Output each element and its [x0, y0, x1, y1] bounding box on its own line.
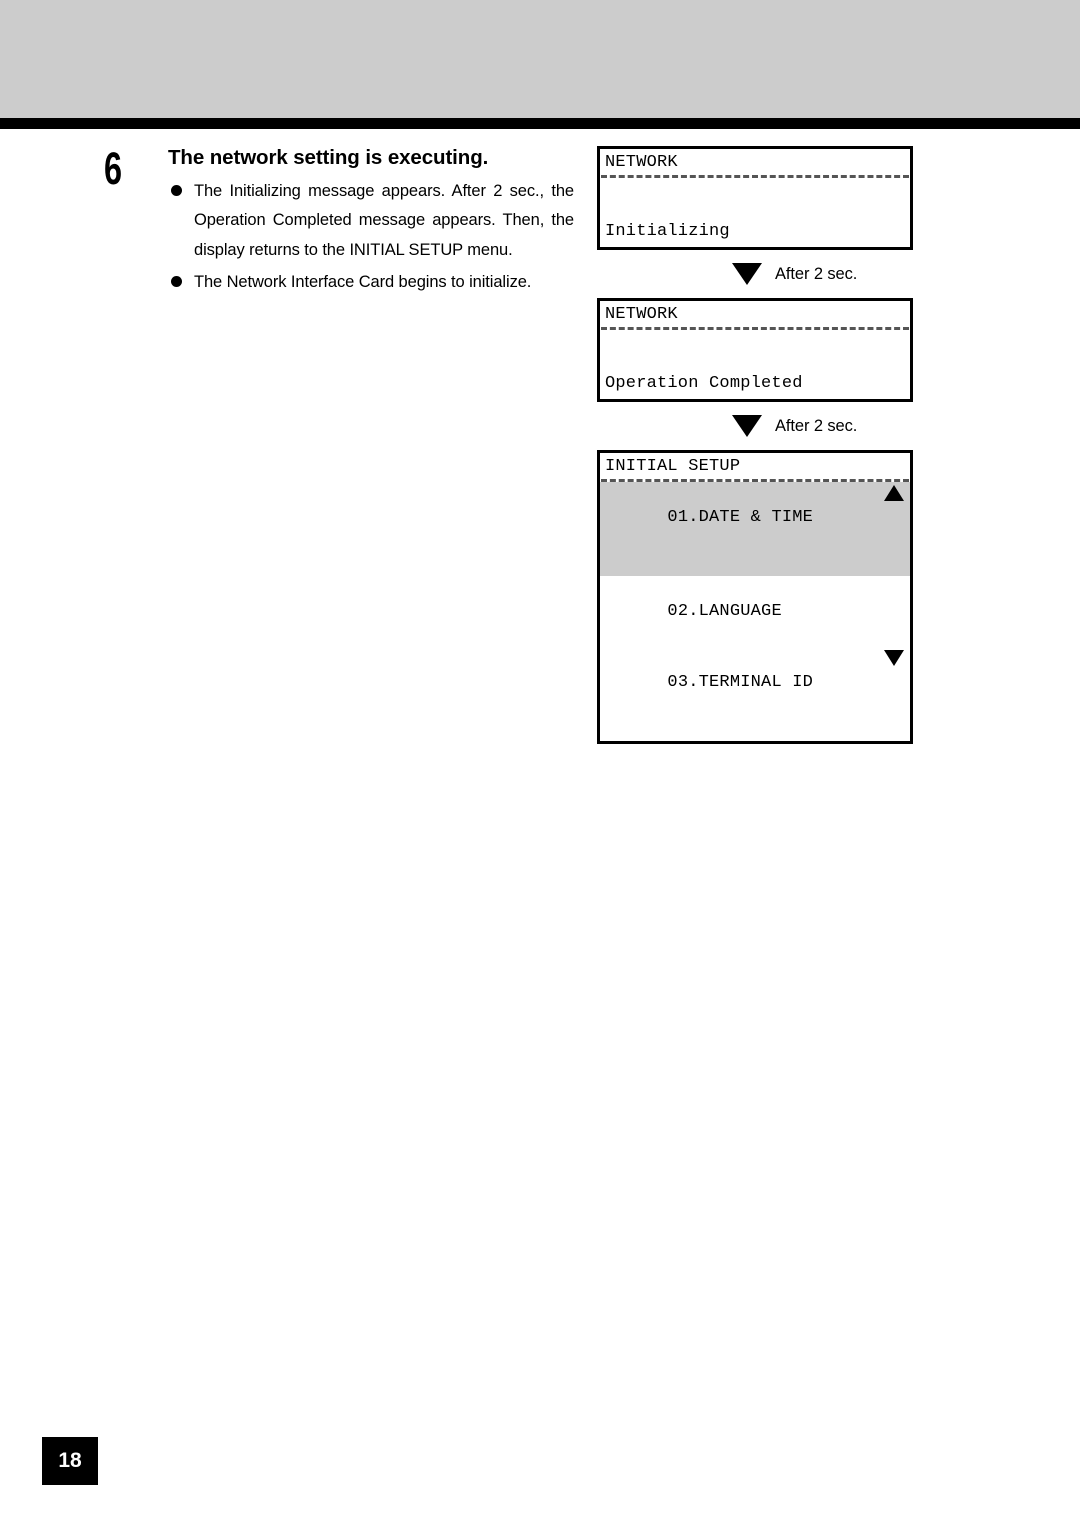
lcd-body: Operation Completed [600, 330, 910, 399]
page-number: 18 [42, 1437, 98, 1485]
bullet-text: The Initializing message appears. After … [194, 182, 574, 259]
menu-item-date-time[interactable]: 01.DATE & TIME [600, 482, 910, 576]
step-number: 6 [104, 143, 122, 194]
lcd-panel-operation-completed: NETWORK Operation Completed [597, 298, 913, 402]
menu-item-label: 03.TERMINAL ID [667, 673, 814, 692]
lcd-message: Operation Completed [605, 374, 803, 393]
triangle-down-icon [732, 263, 762, 285]
menu-item-language[interactable]: 02.LANGUAGE [600, 576, 910, 647]
bullet-dot-icon [171, 275, 182, 287]
menu-item-label: 02.LANGUAGE [667, 602, 782, 621]
lcd-panel-network-initializing: NETWORK Initializing [597, 146, 913, 250]
transition-after-2-sec: After 2 sec. [597, 250, 915, 298]
up-arrow-icon[interactable] [884, 485, 904, 501]
page-header-band [0, 0, 1080, 118]
lcd-title: NETWORK [605, 305, 678, 324]
bullet-item: The Initializing message appears. After … [168, 177, 574, 265]
lcd-title: INITIAL SETUP [605, 457, 741, 476]
transition-label: After 2 sec. [775, 416, 858, 435]
menu-item-terminal-id[interactable]: 03.TERMINAL ID [600, 647, 910, 741]
lcd-body: Initializing [600, 178, 910, 247]
menu-item-label: 01.DATE & TIME [667, 508, 814, 527]
page-header-rule [0, 118, 1080, 129]
transition-label: After 2 sec. [775, 264, 858, 283]
lcd-blank-area [600, 178, 910, 221]
bullet-dot-icon [171, 185, 182, 196]
bullet-item: The Network Interface Card begins to ini… [168, 268, 574, 297]
lcd-sequence: NETWORK Initializing After 2 sec. NETWOR… [597, 146, 915, 744]
step-body: The network setting is executing. The In… [168, 146, 574, 300]
triangle-down-icon [732, 415, 762, 437]
lcd-blank-area [600, 330, 910, 373]
down-arrow-icon[interactable] [884, 650, 904, 666]
lcd-message: Initializing [605, 222, 730, 241]
bullet-text: The Network Interface Card begins to ini… [194, 272, 532, 291]
lcd-title: NETWORK [605, 153, 678, 172]
step-title: The network setting is executing. [168, 146, 489, 169]
transition-after-2-sec: After 2 sec. [597, 402, 915, 450]
lcd-panel-initial-setup: INITIAL SETUP 01.DATE & TIME 02.LANGUAGE… [597, 450, 913, 744]
